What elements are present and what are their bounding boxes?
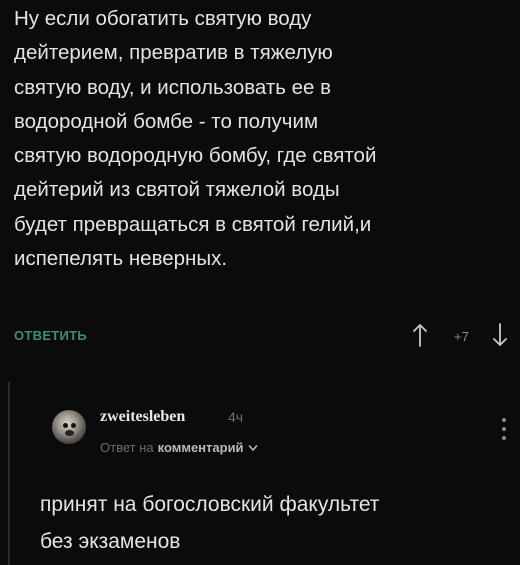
avatar-eye-right (71, 423, 76, 428)
reply-to-info: Ответ на комментарий (100, 440, 258, 455)
timestamp: 4ч (228, 409, 244, 425)
comment-text: Ну если обогатить святую воду дейтерием,… (14, 7, 377, 271)
arrow-up-icon[interactable] (412, 322, 428, 348)
reply-to-link[interactable]: комментарий (158, 440, 244, 455)
avatar-nose (65, 430, 74, 436)
avatar-eye-left (63, 423, 68, 428)
comment-actions: ОТВЕТИТЬ +7 (14, 322, 508, 352)
reply-to-prefix: Ответ на (100, 440, 154, 455)
avatar[interactable] (52, 410, 86, 444)
chevron-down-icon[interactable] (248, 443, 258, 453)
reply-button[interactable]: ОТВЕТИТЬ (14, 328, 87, 343)
arrow-down-icon[interactable] (492, 322, 508, 348)
thread-line (8, 382, 10, 565)
reply-text: принят на богословский факультет без экз… (40, 493, 380, 553)
username[interactable]: zweitesleben (100, 408, 185, 426)
score-counter: +7 (454, 329, 469, 344)
kebab-menu-icon[interactable] (500, 418, 508, 444)
